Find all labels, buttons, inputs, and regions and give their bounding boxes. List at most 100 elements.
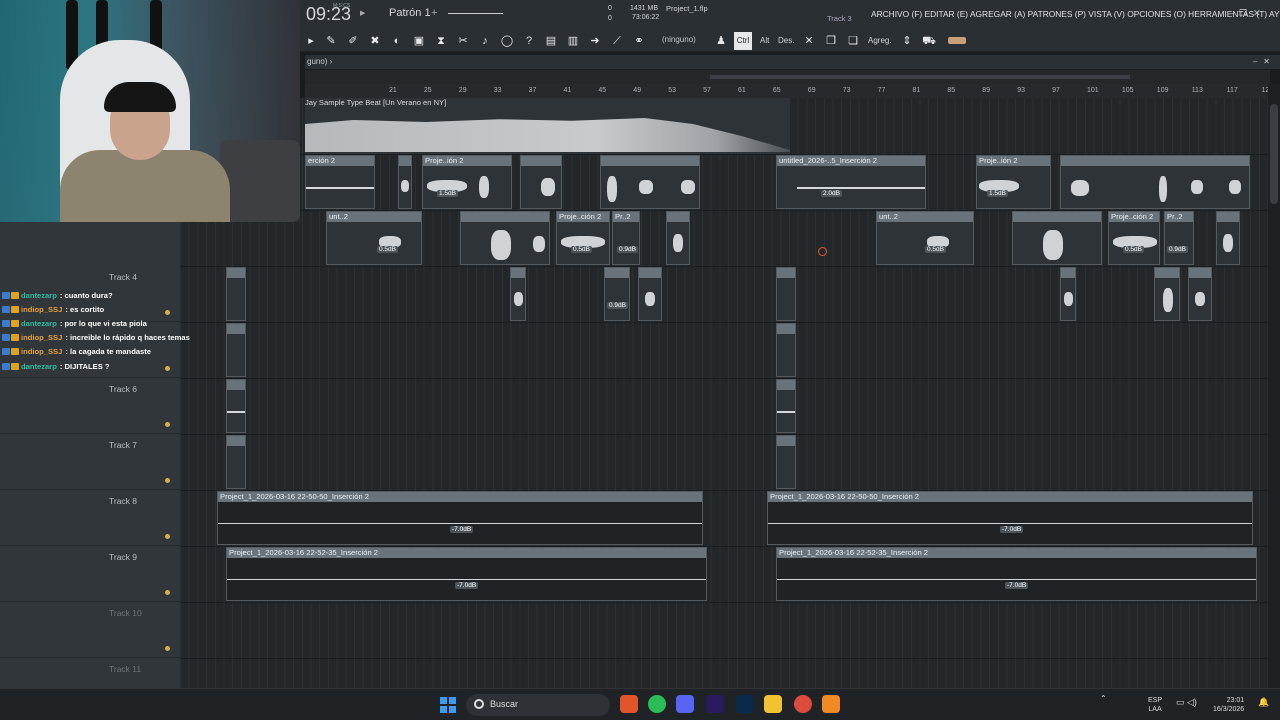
audio-clip[interactable]: Proje..ión 2 1.5dB <box>976 155 1051 209</box>
playlist-overview[interactable] <box>305 70 1270 84</box>
audio-clip[interactable] <box>460 211 550 265</box>
audio-clip[interactable] <box>1060 155 1250 209</box>
track-led[interactable] <box>165 590 170 595</box>
tray-chevron-icon[interactable]: ⌃ <box>1100 694 1107 703</box>
audio-clip[interactable] <box>600 155 700 209</box>
pattern-selector[interactable]: Patrón 1 <box>389 7 431 19</box>
track-led[interactable] <box>165 422 170 427</box>
color-swatch[interactable] <box>948 37 966 44</box>
slice-tool-icon[interactable]: ⧗ <box>434 34 448 48</box>
track-header[interactable]: Track 10 <box>0 602 180 658</box>
audio-clip[interactable] <box>510 267 526 321</box>
play-pattern-icon[interactable]: ▶ <box>360 9 365 17</box>
master-volume-slider[interactable] <box>448 13 503 14</box>
audio-clip[interactable] <box>776 435 796 489</box>
audio-clip[interactable] <box>638 267 662 321</box>
notification-icon[interactable]: 🔔 <box>1258 697 1269 708</box>
vertical-scrollbar[interactable] <box>1268 84 1280 688</box>
audio-clip[interactable] <box>1154 267 1180 321</box>
audio-clip[interactable]: erción 2 <box>305 155 375 209</box>
link-icon[interactable]: ⚭ <box>632 34 646 48</box>
audio-clip[interactable]: Proje..ción 2 0.5dB <box>556 211 610 265</box>
save-icon[interactable]: ▣ <box>412 34 426 48</box>
scroll-icon[interactable]: ⇕ <box>900 34 914 48</box>
audio-clip[interactable] <box>776 379 796 433</box>
audio-clip[interactable] <box>398 155 412 209</box>
language-indicator[interactable]: ESP LAA <box>1148 696 1162 714</box>
fl-studio-icon[interactable] <box>822 695 840 713</box>
audio-clip[interactable] <box>1216 211 1240 265</box>
cut-tool-icon[interactable]: ✂ <box>456 34 470 48</box>
audio-clip[interactable]: Project_1_2026-03-16 22-50-50_Inserción … <box>767 491 1253 545</box>
overview-thumb[interactable] <box>710 75 1130 79</box>
mixer-icon[interactable]: ▤ <box>544 34 558 48</box>
piano-icon[interactable]: ▥ <box>566 34 580 48</box>
chrome-icon[interactable] <box>794 695 812 713</box>
audio-clip[interactable] <box>666 211 690 265</box>
audio-clip[interactable] <box>776 267 796 321</box>
search-input[interactable]: Buscar <box>466 694 610 716</box>
audio-clip[interactable]: Project_1_2026-03-16 22-52-35_Inserción … <box>226 547 707 601</box>
network-volume-icon[interactable]: ▭ ◁) <box>1176 697 1197 708</box>
audio-clip[interactable] <box>1188 267 1212 321</box>
draw-tool-icon[interactable]: ✎ <box>324 34 338 48</box>
deselect-button[interactable]: Des. <box>778 36 794 45</box>
playlist-window-controls[interactable]: –✕ <box>1253 55 1276 69</box>
audio-clip[interactable]: Project_1_2026-03-16 22-50-50_Inserción … <box>217 491 703 545</box>
audio-clip[interactable]: Pr..2 0.9dB <box>612 211 640 265</box>
premiere-icon[interactable] <box>706 695 724 713</box>
main-menu[interactable]: ARCHIVO (F) EDITAR (E) AGREGAR (A) PATRO… <box>871 9 1280 19</box>
scroll-thumb[interactable] <box>1270 104 1278 204</box>
whatsapp-icon[interactable] <box>648 695 666 713</box>
track-led[interactable] <box>165 534 170 539</box>
audio-clip[interactable] <box>226 435 246 489</box>
audio-clip-sample[interactable]: Jay Sample Type Beat [Un Verano en NY] <box>305 98 790 154</box>
snap-selector[interactable]: (ninguno) <box>662 35 696 44</box>
photoshop-icon[interactable] <box>736 695 754 713</box>
brush-icon[interactable]: ⟋ <box>610 34 624 48</box>
add-pattern-icon[interactable]: + <box>431 7 437 19</box>
audio-clip[interactable]: Proje..ión 2 1.5dB <box>422 155 512 209</box>
audio-clip[interactable]: untitled_2026-..5_Inserción 2 2.0dB <box>776 155 926 209</box>
add-button[interactable]: Agreg. <box>868 36 892 45</box>
cart-icon[interactable]: ⛟ <box>922 34 936 48</box>
chat-icon[interactable]: ◯ <box>500 34 514 48</box>
file-explorer-icon[interactable] <box>764 695 782 713</box>
audio-clip[interactable] <box>776 323 796 377</box>
track-header[interactable]: Track 8 <box>0 490 180 546</box>
audio-clip[interactable]: 0.9dB <box>604 267 630 321</box>
paint-tool-icon[interactable]: ✐ <box>346 34 360 48</box>
track-header[interactable]: Track 9 <box>0 546 180 602</box>
close-icon[interactable]: ✕ <box>802 34 816 48</box>
brave-icon[interactable] <box>620 695 638 713</box>
help-icon[interactable]: ? <box>522 34 536 48</box>
audio-clip[interactable]: unt..2 0.5dB <box>326 211 422 265</box>
stamp-icon[interactable]: ♟ <box>714 34 728 48</box>
muted-icon[interactable] <box>818 247 827 256</box>
alt-toggle[interactable]: Alt <box>760 36 769 45</box>
audio-clip[interactable] <box>1012 211 1102 265</box>
track-header[interactable]: Track 7 <box>0 434 180 490</box>
delete-tool-icon[interactable]: ✖ <box>368 34 382 48</box>
audio-clip[interactable]: unt..2 0.5dB <box>876 211 974 265</box>
mute-tool-icon[interactable]: ◐ <box>390 34 404 48</box>
arrow-icon[interactable]: ➜ <box>588 34 602 48</box>
windows-start-icon[interactable] <box>440 697 456 713</box>
track-led[interactable] <box>165 646 170 651</box>
track-led[interactable] <box>165 478 170 483</box>
audio-clip[interactable]: Project_1_2026-03-16 22-52-35_Inserción … <box>776 547 1257 601</box>
copy-icon[interactable]: ❐ <box>824 34 838 48</box>
paste-icon[interactable]: ❏ <box>846 34 860 48</box>
microphone-icon[interactable]: ♪ <box>478 34 492 48</box>
playlist-menu-icon[interactable]: ▸ <box>304 34 318 48</box>
audio-clip[interactable]: Proje..ción 2 0.5dB <box>1108 211 1160 265</box>
track-header[interactable]: Track 6 <box>0 378 180 434</box>
audio-clip[interactable] <box>1060 267 1076 321</box>
audio-clip[interactable] <box>226 379 246 433</box>
timeline-ruler[interactable]: 21 25 29 33 37 41 45 49 53 57 61 65 69 73 77 81 85 89 93 97… <box>305 84 1273 98</box>
clock[interactable]: 23:01 16/3/2026 <box>1213 696 1244 714</box>
audio-clip[interactable]: Pr..2 0.9dB <box>1164 211 1194 265</box>
audio-clip[interactable] <box>520 155 562 209</box>
discord-icon[interactable] <box>676 695 694 713</box>
ctrl-toggle[interactable]: Ctrl <box>734 32 752 50</box>
